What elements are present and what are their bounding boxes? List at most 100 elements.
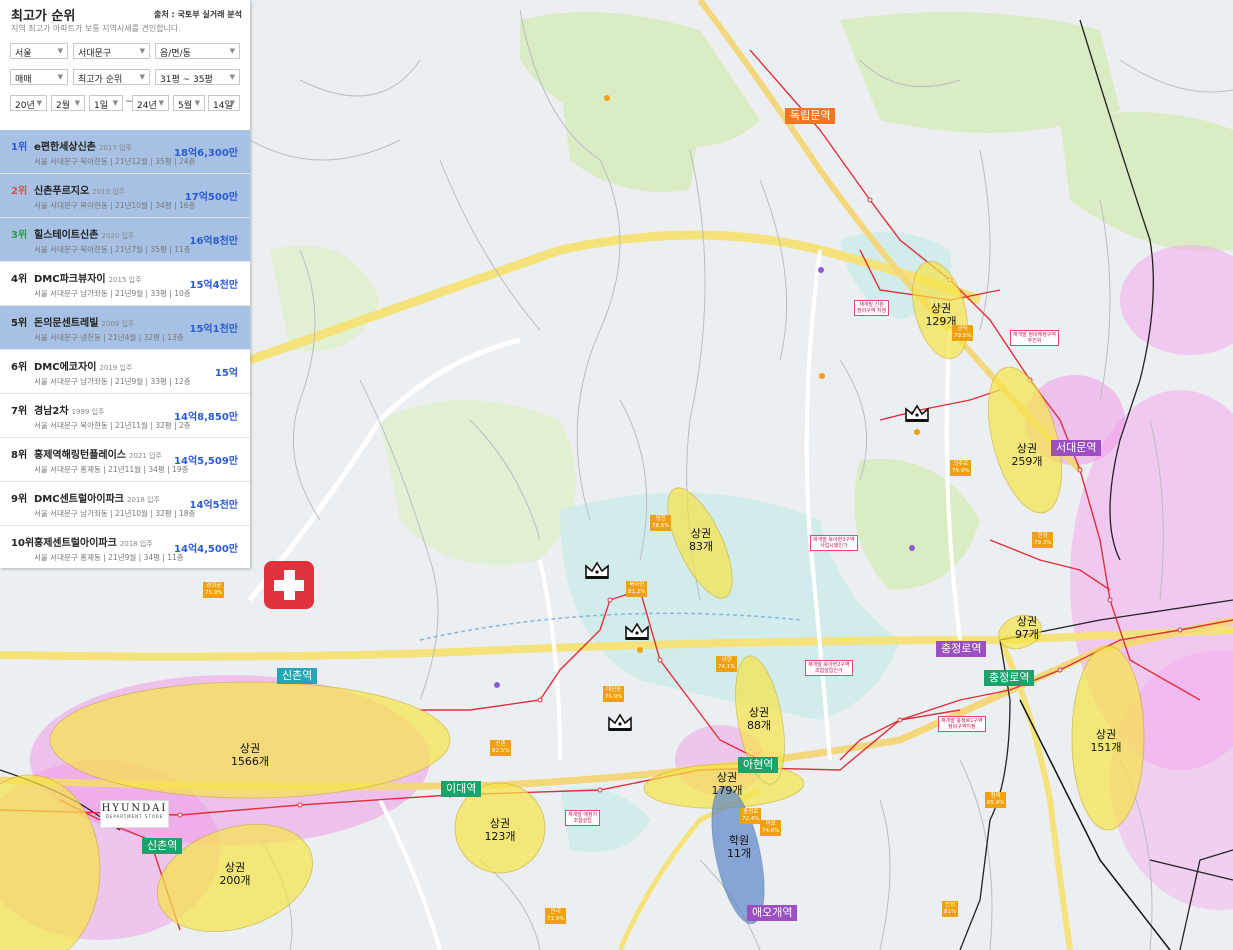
dong-tag[interactable]: 만리 71.9% xyxy=(545,908,567,924)
zone-kind: 상권 xyxy=(239,742,261,755)
station-idae[interactable]: 이대역 xyxy=(441,781,482,797)
station-chungjeongno-line2[interactable]: 충정로역 xyxy=(984,670,1035,686)
zone-label-1566[interactable]: 상권 1566개 xyxy=(225,742,275,768)
dong-tag[interactable]: 북아현 81.2% xyxy=(626,581,648,597)
apartment-details: 서울 서대문구 남가좌동 | 21년9월 | 33평 | 10층 xyxy=(34,289,191,298)
zone-kind: 상권 xyxy=(930,302,952,315)
apartment-price: 15억 xyxy=(214,368,238,379)
dong-tag[interactable]: 공덕 79.5% xyxy=(952,325,974,341)
dropdown-arrow-icon: ▼ xyxy=(229,73,235,81)
dropdown-arrow-icon: ▼ xyxy=(139,73,145,81)
ranking-item[interactable]: 4위 DMC파크뷰자이 2015 입주 서울 서대문구 남가좌동 | 21년9월 | … xyxy=(0,262,250,306)
built-year: 2018 입주 xyxy=(127,496,160,504)
dong-tag[interactable]: 청파 85.4% xyxy=(985,792,1007,808)
from-day-select[interactable]: 1일 ▼ xyxy=(89,95,123,111)
ranking-item[interactable]: 1위 e편한세상신촌 2017 입주 서울 서대문구 북아현동 | 21년12월 | … xyxy=(0,130,250,174)
redevelopment-tag[interactable]: 재개발 충정로1구역 정비구역지정 xyxy=(938,716,986,732)
apartment-name: 홍제역해링턴플레이스 xyxy=(34,450,126,461)
station-sinchon-gyeongui[interactable]: 신촌역 xyxy=(277,668,318,684)
zone-count: 1566개 xyxy=(230,755,270,768)
station-seodaemun[interactable]: 서대문역 xyxy=(1051,440,1102,456)
apartment-name: 경남2차 xyxy=(34,406,69,417)
ranking-item[interactable]: 5위 돈의문센트레빌 2009 입주 서울 서대문구 냉천동 | 21년4월 | 32… xyxy=(0,306,250,350)
dropdown-arrow-icon: ▼ xyxy=(194,99,200,107)
apartment-details: 서울 서대문구 북아현동 | 21년10월 | 34평 | 16층 xyxy=(34,201,196,210)
dong-select[interactable]: 읍/면/동 ▼ xyxy=(155,43,240,59)
ranking-item[interactable]: 2위 신촌푸르지오 2015 입주 서울 서대문구 북아현동 | 21년10월 | 3… xyxy=(0,174,250,218)
dong-tag[interactable]: 마포 74.6% xyxy=(760,820,782,836)
dong-tag[interactable]: 아현 74.1% xyxy=(716,656,738,672)
zone-kind: 학원 xyxy=(728,834,750,847)
station-dongnimmun[interactable]: 독립문역 xyxy=(785,108,836,124)
dong-tag[interactable]: 경희궁 75.9% xyxy=(203,582,225,598)
crown-icon[interactable] xyxy=(584,561,610,581)
district-select[interactable]: 서대문구 ▼ xyxy=(73,43,150,59)
redevelopment-tag[interactable]: 재개발 북아현2구역 조합설립인가 xyxy=(805,660,853,676)
apartment-name: 힐스테이트신촌 xyxy=(34,230,99,241)
dong-tag[interactable]: 한성 79.3% xyxy=(1032,532,1054,548)
panel-description: 지역 최고가 아파트가 보통 지역시세를 견인합니다. xyxy=(11,24,181,33)
dong-tag[interactable]: 의주로 79.9% xyxy=(950,460,972,476)
dong-tag[interactable]: 신촌 82.5% xyxy=(490,740,512,756)
from-month-select[interactable]: 2월 ▼ xyxy=(51,95,85,111)
department-store-logo[interactable]: HYUNDAI DEPARTMENT STORE xyxy=(100,800,169,828)
to-month-select[interactable]: 5월 ▼ xyxy=(173,95,205,111)
dong-tag[interactable]: 신성 81% xyxy=(942,901,959,917)
trade-type-select[interactable]: 매매 ▼ xyxy=(10,69,68,85)
station-chungjeongno-line5[interactable]: 충정로역 xyxy=(936,641,987,657)
apartment-price: 18억6,300만 xyxy=(174,148,238,159)
hospital-icon[interactable] xyxy=(264,561,314,609)
station-aeogae[interactable]: 애오개역 xyxy=(747,905,798,921)
ranking-item[interactable]: 9위 DMC센트럴아이파크 2018 입주 서울 서대문구 남가좌동 | 21년10월… xyxy=(0,482,250,526)
redevelopment-tag[interactable]: 재개발 정비예정구역 추진위 xyxy=(1010,330,1059,346)
station-ahyeon[interactable]: 아현역 xyxy=(738,757,779,773)
zone-label-83[interactable]: 상권 83개 xyxy=(678,527,724,553)
redevelopment-tag[interactable]: 재개발 예정지 조합설립 xyxy=(565,810,601,826)
to-day-select[interactable]: 14일 ▼ xyxy=(208,95,240,111)
zone-kind: 상권 xyxy=(748,706,770,719)
built-year: 2017 입주 xyxy=(98,144,132,152)
built-year: 2020 입주 xyxy=(101,232,135,240)
ranking-panel: 최고가 순위 출처 : 국토부 실거래 분석 지역 최고가 아파트가 보통 지역… xyxy=(0,0,250,568)
crown-icon[interactable] xyxy=(624,622,650,642)
sort-select[interactable]: 최고가 순위 ▼ xyxy=(73,69,150,85)
area-select[interactable]: 31평 ~ 35평 ▼ xyxy=(155,69,240,85)
ranking-item[interactable]: 3위 힐스테이트신촌 2020 입주 서울 서대문구 북아현동 | 21년7월 | 3… xyxy=(0,218,250,262)
apartment-details: 서울 서대문구 홍제동 | 21년11월 | 34평 | 19층 xyxy=(34,465,189,474)
zone-label-151[interactable]: 상권 151개 xyxy=(1083,728,1129,754)
ranking-item[interactable]: 7위 경남2차 1999 입주 서울 서대문구 북아현동 | 21년11월 | 32평… xyxy=(0,394,250,438)
dong-tag[interactable]: 영천 78.6% xyxy=(650,515,672,531)
zone-label-179[interactable]: 상권 179개 xyxy=(704,771,750,797)
redevelopment-tag[interactable]: 재개발 신촌 정비구역 지정 xyxy=(854,300,890,316)
crown-icon[interactable] xyxy=(904,404,930,424)
apartment-details: 서울 서대문구 남가좌동 | 21년10월 | 32평 | 18층 xyxy=(34,509,196,518)
dropdown-arrow-icon: ▼ xyxy=(57,73,63,81)
station-sinchon-line2[interactable]: 신촌역 xyxy=(142,838,183,854)
crown-icon[interactable] xyxy=(607,713,633,733)
panel-title: 최고가 순위 xyxy=(11,9,76,24)
zone-label-academy[interactable]: 학원 11개 xyxy=(716,834,762,860)
zone-label-259[interactable]: 상권 259개 xyxy=(1004,442,1050,468)
ranking-item[interactable]: 10위 홍제센트럴아이파크 2018 입주 서울 서대문구 홍제동 | 21년9월 |… xyxy=(0,526,250,570)
apartment-details: 서울 서대문구 북아현동 | 21년11월 | 32평 | 2층 xyxy=(34,421,191,430)
dong-tag[interactable]: 대신동 76.9% xyxy=(603,686,625,702)
rank-number: 1위 xyxy=(11,142,28,153)
apartment-price: 15억1천만 xyxy=(189,324,238,335)
region-select[interactable]: 서울 ▼ xyxy=(10,43,68,59)
zone-label-97[interactable]: 상권 97개 xyxy=(1004,615,1050,641)
to-year-select[interactable]: 24년 ▼ xyxy=(132,95,169,111)
built-year: 2021 입주 xyxy=(129,452,162,460)
zone-label-123[interactable]: 상권 123개 xyxy=(477,817,523,843)
rank-number: 8위 xyxy=(11,450,28,461)
zone-label-200[interactable]: 상권 200개 xyxy=(212,861,258,887)
ranking-item[interactable]: 6위 DMC에코자이 2019 입주 서울 서대문구 남가좌동 | 21년9월 | 3… xyxy=(0,350,250,394)
ranking-item[interactable]: 8위 홍제역해링턴플레이스 2021 입주서울 서대문구 홍제동 | 21년11월 … xyxy=(0,438,250,482)
redevelopment-tag[interactable]: 재개발 북아현3구역 사업시행인가 xyxy=(810,535,858,551)
apartment-details: 서울 서대문구 남가좌동 | 21년9월 | 33평 | 12층 xyxy=(34,377,191,386)
dong-tag[interactable]: 충정로 72.4% xyxy=(740,808,762,824)
zone-kind: 상권 xyxy=(1095,728,1117,741)
from-year-select[interactable]: 20년 ▼ xyxy=(10,95,47,111)
zone-label-88[interactable]: 상권 88개 xyxy=(736,706,782,732)
store-sub: DEPARTMENT STORE xyxy=(105,814,164,819)
rank-number: 4위 xyxy=(11,274,28,285)
